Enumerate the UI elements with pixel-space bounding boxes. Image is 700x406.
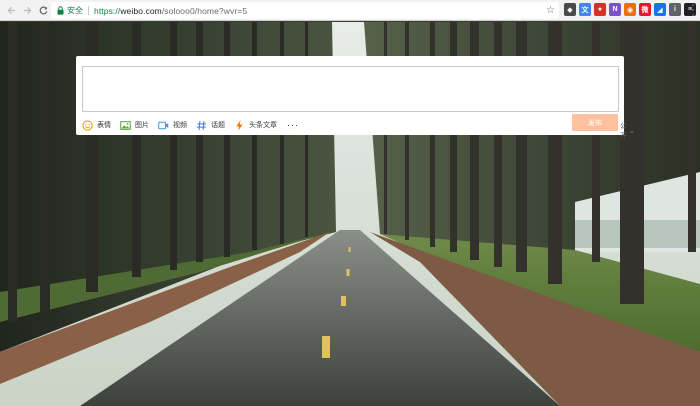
url-text[interactable]: https://weibo.com/solooo0/home?wvr=5 (94, 6, 247, 16)
image-icon (120, 120, 131, 131)
video-label: 视频 (173, 122, 187, 129)
topic-button[interactable]: 话题 (196, 120, 225, 131)
topic-label: 话题 (211, 122, 225, 129)
url-divider (88, 6, 89, 15)
visibility-dropdown[interactable]: 公开 ⌄ (620, 121, 635, 141)
url-scheme: https:// (94, 5, 121, 16)
smiley-icon (82, 119, 93, 131)
reload-button[interactable] (35, 0, 51, 21)
secure-label: 安全 (67, 6, 83, 15)
emoji-button[interactable]: 表情 (82, 119, 111, 131)
post-textarea[interactable] (82, 66, 619, 112)
chevron-down-icon: ⌄ (629, 128, 635, 135)
address-bar[interactable]: 安全 https://weibo.com/solooo0/home?wvr=5 … (51, 2, 559, 19)
back-button[interactable] (3, 0, 19, 21)
article-label: 头条文章 (249, 122, 277, 129)
forward-button[interactable] (19, 0, 35, 21)
rss-icon[interactable]: ◉ (624, 3, 636, 16)
url-host: weibo.com (120, 5, 162, 16)
vpn-icon[interactable]: ◢ (654, 3, 666, 16)
translate-icon[interactable]: 文 (579, 3, 591, 16)
emoji-label: 表情 (97, 122, 111, 129)
info-icon[interactable]: i (669, 3, 681, 16)
more-vertical-icon (692, 4, 694, 6)
extensions-bar: ◆ 文 ● N ◉ 微 ◢ i ≡ (564, 3, 696, 16)
lightning-icon (234, 119, 245, 131)
image-button[interactable]: 图片 (120, 120, 149, 131)
url-path: /solooo0/home?wvr=5 (161, 5, 248, 16)
weibo-icon[interactable]: 微 (639, 3, 651, 16)
lock-icon (54, 2, 66, 19)
image-label: 图片 (135, 122, 149, 129)
star-icon: ☆ (546, 5, 555, 16)
pocket-icon[interactable]: ◆ (564, 3, 576, 16)
adblock-icon[interactable]: ● (594, 3, 606, 16)
visibility-label: 公开 (620, 123, 627, 140)
browser-toolbar: 安全 https://weibo.com/solooo0/home?wvr=5 … (0, 0, 700, 21)
hashtag-icon (196, 120, 207, 131)
arrow-left-icon (6, 6, 15, 14)
bookmark-star-button[interactable]: ☆ (546, 2, 555, 19)
publish-button[interactable]: 发布 (572, 114, 618, 131)
reload-icon (39, 6, 47, 14)
more-options-button[interactable]: ··· (287, 120, 299, 130)
article-button[interactable]: 头条文章 (234, 119, 277, 131)
browser-menu-button[interactable] (689, 3, 697, 17)
arrow-right-icon (23, 6, 32, 14)
video-button[interactable]: 视频 (158, 120, 187, 131)
composer-toolbar: 表情 图片 视频 话题 头条文章 ··· (82, 118, 299, 132)
onenote-icon[interactable]: N (609, 3, 621, 16)
post-composer: 表情 图片 视频 话题 头条文章 ··· 公开 ⌄ 发布 (76, 56, 635, 140)
video-icon (158, 120, 169, 131)
